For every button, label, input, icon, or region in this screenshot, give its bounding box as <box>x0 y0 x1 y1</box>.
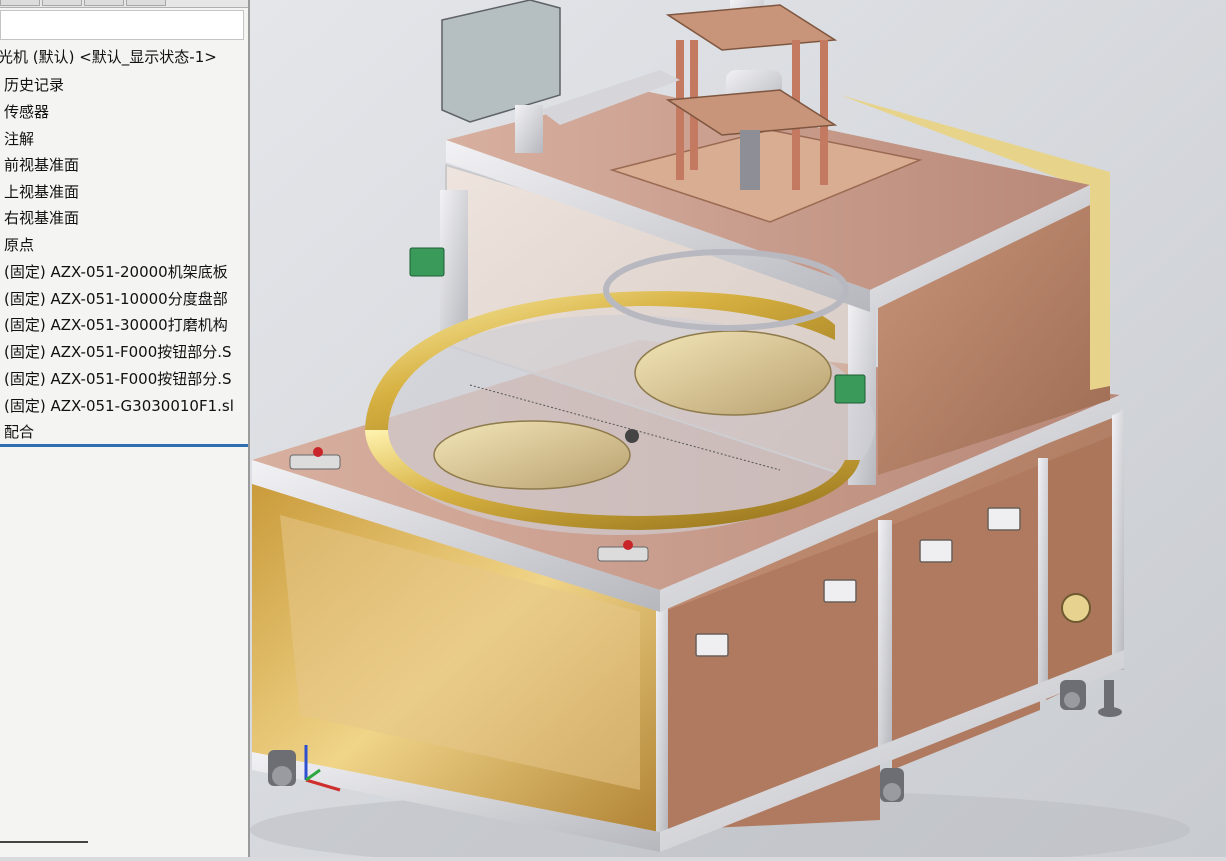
tree-item-sensors[interactable]: 传感器 <box>4 101 49 122</box>
tab-configuration[interactable]: ◆ <box>84 0 124 6</box>
tree-item-component[interactable]: (固定) AZX-051-F000按钮部分.S <box>4 341 248 362</box>
tree-item-top-plane[interactable]: 上视基准面 <box>4 181 79 202</box>
panel-divider-line <box>0 841 88 843</box>
panel-tab-bar: ▤ 配 ◆ ◐ <box>0 0 248 8</box>
tree-item-component[interactable]: (固定) AZX-051-20000机架底板 <box>4 261 248 282</box>
tree-item-component[interactable]: (固定) AZX-051-30000打磨机构 <box>4 314 248 335</box>
tree-filter-input[interactable] <box>0 10 244 40</box>
tree-item-component[interactable]: (固定) AZX-051-10000分度盘部 <box>4 288 248 309</box>
tree-item-annotations[interactable]: 注解 <box>4 128 34 149</box>
panel-splitter[interactable] <box>0 444 248 447</box>
tab-feature-tree[interactable]: ▤ <box>0 0 40 6</box>
tree-item-history[interactable]: 历史记录 <box>4 74 64 95</box>
tree-root-assembly[interactable]: 光机 (默认) <默认_显示状态-1> <box>0 46 217 67</box>
tree-item-right-plane[interactable]: 右视基准面 <box>4 207 79 228</box>
tree-item-mates[interactable]: 配合 <box>4 421 34 442</box>
machine-3d-model <box>250 0 1226 861</box>
tree-item-component[interactable]: (固定) AZX-051-G3030010F1.sl <box>4 395 248 416</box>
tab-property-manager[interactable]: 配 <box>42 0 82 6</box>
feature-manager-panel: ▤ 配 ◆ ◐ 光机 (默认) <默认_显示状态-1> 历史记录 传感器 注解 … <box>0 0 250 857</box>
tree-item-origin[interactable]: 原点 <box>4 234 34 255</box>
tab-display[interactable]: ◐ <box>126 0 166 6</box>
tree-item-front-plane[interactable]: 前视基准面 <box>4 154 79 175</box>
tree-item-component[interactable]: (固定) AZX-051-F000按钮部分.S <box>4 368 248 389</box>
graphics-viewport[interactable] <box>250 0 1226 861</box>
